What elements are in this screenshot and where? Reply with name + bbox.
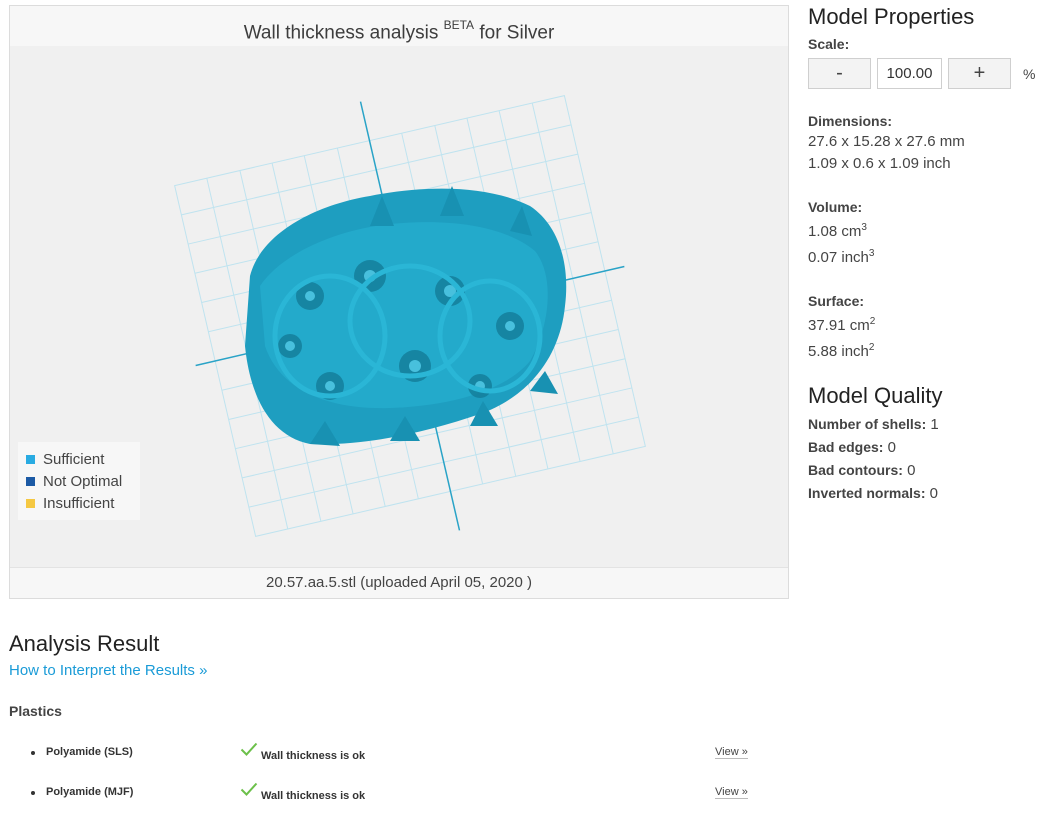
quality-row-inverted-normals: Inverted normals: 0: [808, 482, 1043, 505]
material-name: Polyamide (SLS): [46, 746, 133, 758]
legend-swatch: [26, 498, 35, 508]
scale-unit: %: [1023, 65, 1036, 82]
scale-increase-button[interactable]: +: [948, 58, 1011, 89]
view-result-link[interactable]: View »: [715, 786, 748, 799]
check-icon: [240, 742, 258, 756]
quality-label: Inverted normals:: [808, 485, 926, 501]
volume-label: Volume:: [808, 199, 863, 215]
bullet: [31, 751, 35, 755]
viewer-title-text: Wall thickness analysis: [243, 22, 439, 44]
thickness-legend: Sufficient Not Optimal Insufficient: [18, 442, 140, 520]
model-quality-list: Number of shells: 1 Bad edges: 0 Bad con…: [808, 413, 1043, 505]
bullet: [31, 791, 35, 795]
surface-inch-value: 5.88 inch: [808, 343, 869, 360]
scale-control: - 100.00 + %: [808, 58, 1043, 89]
legend-label: Not Optimal: [43, 472, 123, 490]
surface-exponent: 2: [868, 342, 875, 353]
ring-model: [245, 186, 567, 446]
viewer-title: Wall thickness analysis BETA for Silver: [10, 6, 788, 46]
volume-inch: 0.07 inch3: [808, 243, 1043, 269]
legend-label: Insufficient: [43, 494, 115, 512]
quality-label: Bad contours:: [808, 462, 903, 478]
legend-label: Sufficient: [43, 450, 105, 468]
viewer-title-material: for Silver: [479, 22, 555, 44]
quality-row-bad-contours: Bad contours: 0: [808, 459, 1043, 482]
dimensions-mm: 27.6 x 15.28 x 27.6 mm: [808, 133, 965, 150]
volume-cm: 1.08 cm3: [808, 217, 1043, 243]
volume-cm-value: 1.08 cm: [808, 223, 862, 240]
surface-label: Surface:: [808, 293, 865, 309]
legend-item-not-optimal: Not Optimal: [26, 470, 132, 492]
surface-exponent: 2: [869, 316, 876, 327]
quality-label: Number of shells:: [808, 416, 927, 432]
volume-section: Volume: 1.08 cm3 0.07 inch3: [808, 197, 1043, 269]
dimensions-label: Dimensions:: [808, 113, 893, 129]
result-row: Polyamide (MJF) Wall thickness is ok Vie…: [9, 782, 769, 805]
result-row: Polyamide (SLS) Wall thickness is ok Vie…: [9, 742, 769, 765]
volume-exponent: 3: [868, 248, 875, 259]
surface-cm: 37.91 cm2: [808, 311, 1043, 337]
quality-value: 0: [887, 439, 896, 456]
legend-swatch: [26, 454, 35, 464]
scale-label: Scale:: [808, 36, 850, 52]
quality-value: 0: [929, 485, 938, 502]
model-viewer: Wall thickness analysis BETA for Silver: [9, 5, 789, 599]
scale-decrease-button[interactable]: -: [808, 58, 871, 89]
volume-exponent: 3: [861, 222, 867, 233]
surface-cm-value: 37.91 cm: [808, 317, 870, 334]
analysis-section: Analysis Result How to Interpret the Res…: [9, 631, 769, 802]
quality-row-bad-edges: Bad edges: 0: [808, 436, 1043, 459]
result-status: Wall thickness is ok: [261, 790, 366, 802]
dimensions-section: Dimensions: 27.6 x 15.28 x 27.6 mm 1.09 …: [808, 111, 1043, 175]
surface-section: Surface: 37.91 cm2 5.88 inch2: [808, 291, 1043, 363]
legend-swatch: [26, 476, 35, 486]
check-icon: [240, 782, 258, 796]
legend-item-sufficient: Sufficient: [26, 448, 132, 470]
quality-value: 1: [930, 416, 939, 433]
analysis-title: Analysis Result: [9, 631, 160, 656]
model-quality-title: Model Quality: [808, 383, 943, 408]
file-name: 20.57.aa.5.stl (uploaded April 05, 2020 …: [265, 574, 533, 591]
result-status: Wall thickness is ok: [261, 750, 366, 762]
view-result-link[interactable]: View »: [715, 746, 748, 759]
material-name: Polyamide (MJF): [46, 786, 134, 798]
model-properties-title: Model Properties: [808, 4, 975, 29]
beta-badge: BETA: [443, 18, 475, 32]
model-properties-panel: Model Properties Scale: - 100.00 + % Dim…: [808, 4, 1043, 505]
category-heading: Plastics: [9, 703, 62, 719]
quality-row-shells: Number of shells: 1: [808, 413, 1043, 436]
viewer-canvas[interactable]: Sufficient Not Optimal Insufficient: [10, 46, 788, 568]
interpret-results-link[interactable]: How to Interpret the Results »: [9, 662, 769, 679]
legend-item-insufficient: Insufficient: [26, 492, 132, 514]
volume-inch-value: 0.07 inch: [808, 249, 869, 266]
quality-value: 0: [907, 462, 916, 479]
file-info: 20.57.aa.5.stl (uploaded April 05, 2020 …: [10, 567, 788, 598]
scale-input[interactable]: 100.00: [877, 58, 942, 89]
quality-label: Bad edges:: [808, 439, 884, 455]
dimensions-inch: 1.09 x 0.6 x 1.09 inch: [808, 155, 951, 172]
surface-inch: 5.88 inch2: [808, 337, 1043, 363]
